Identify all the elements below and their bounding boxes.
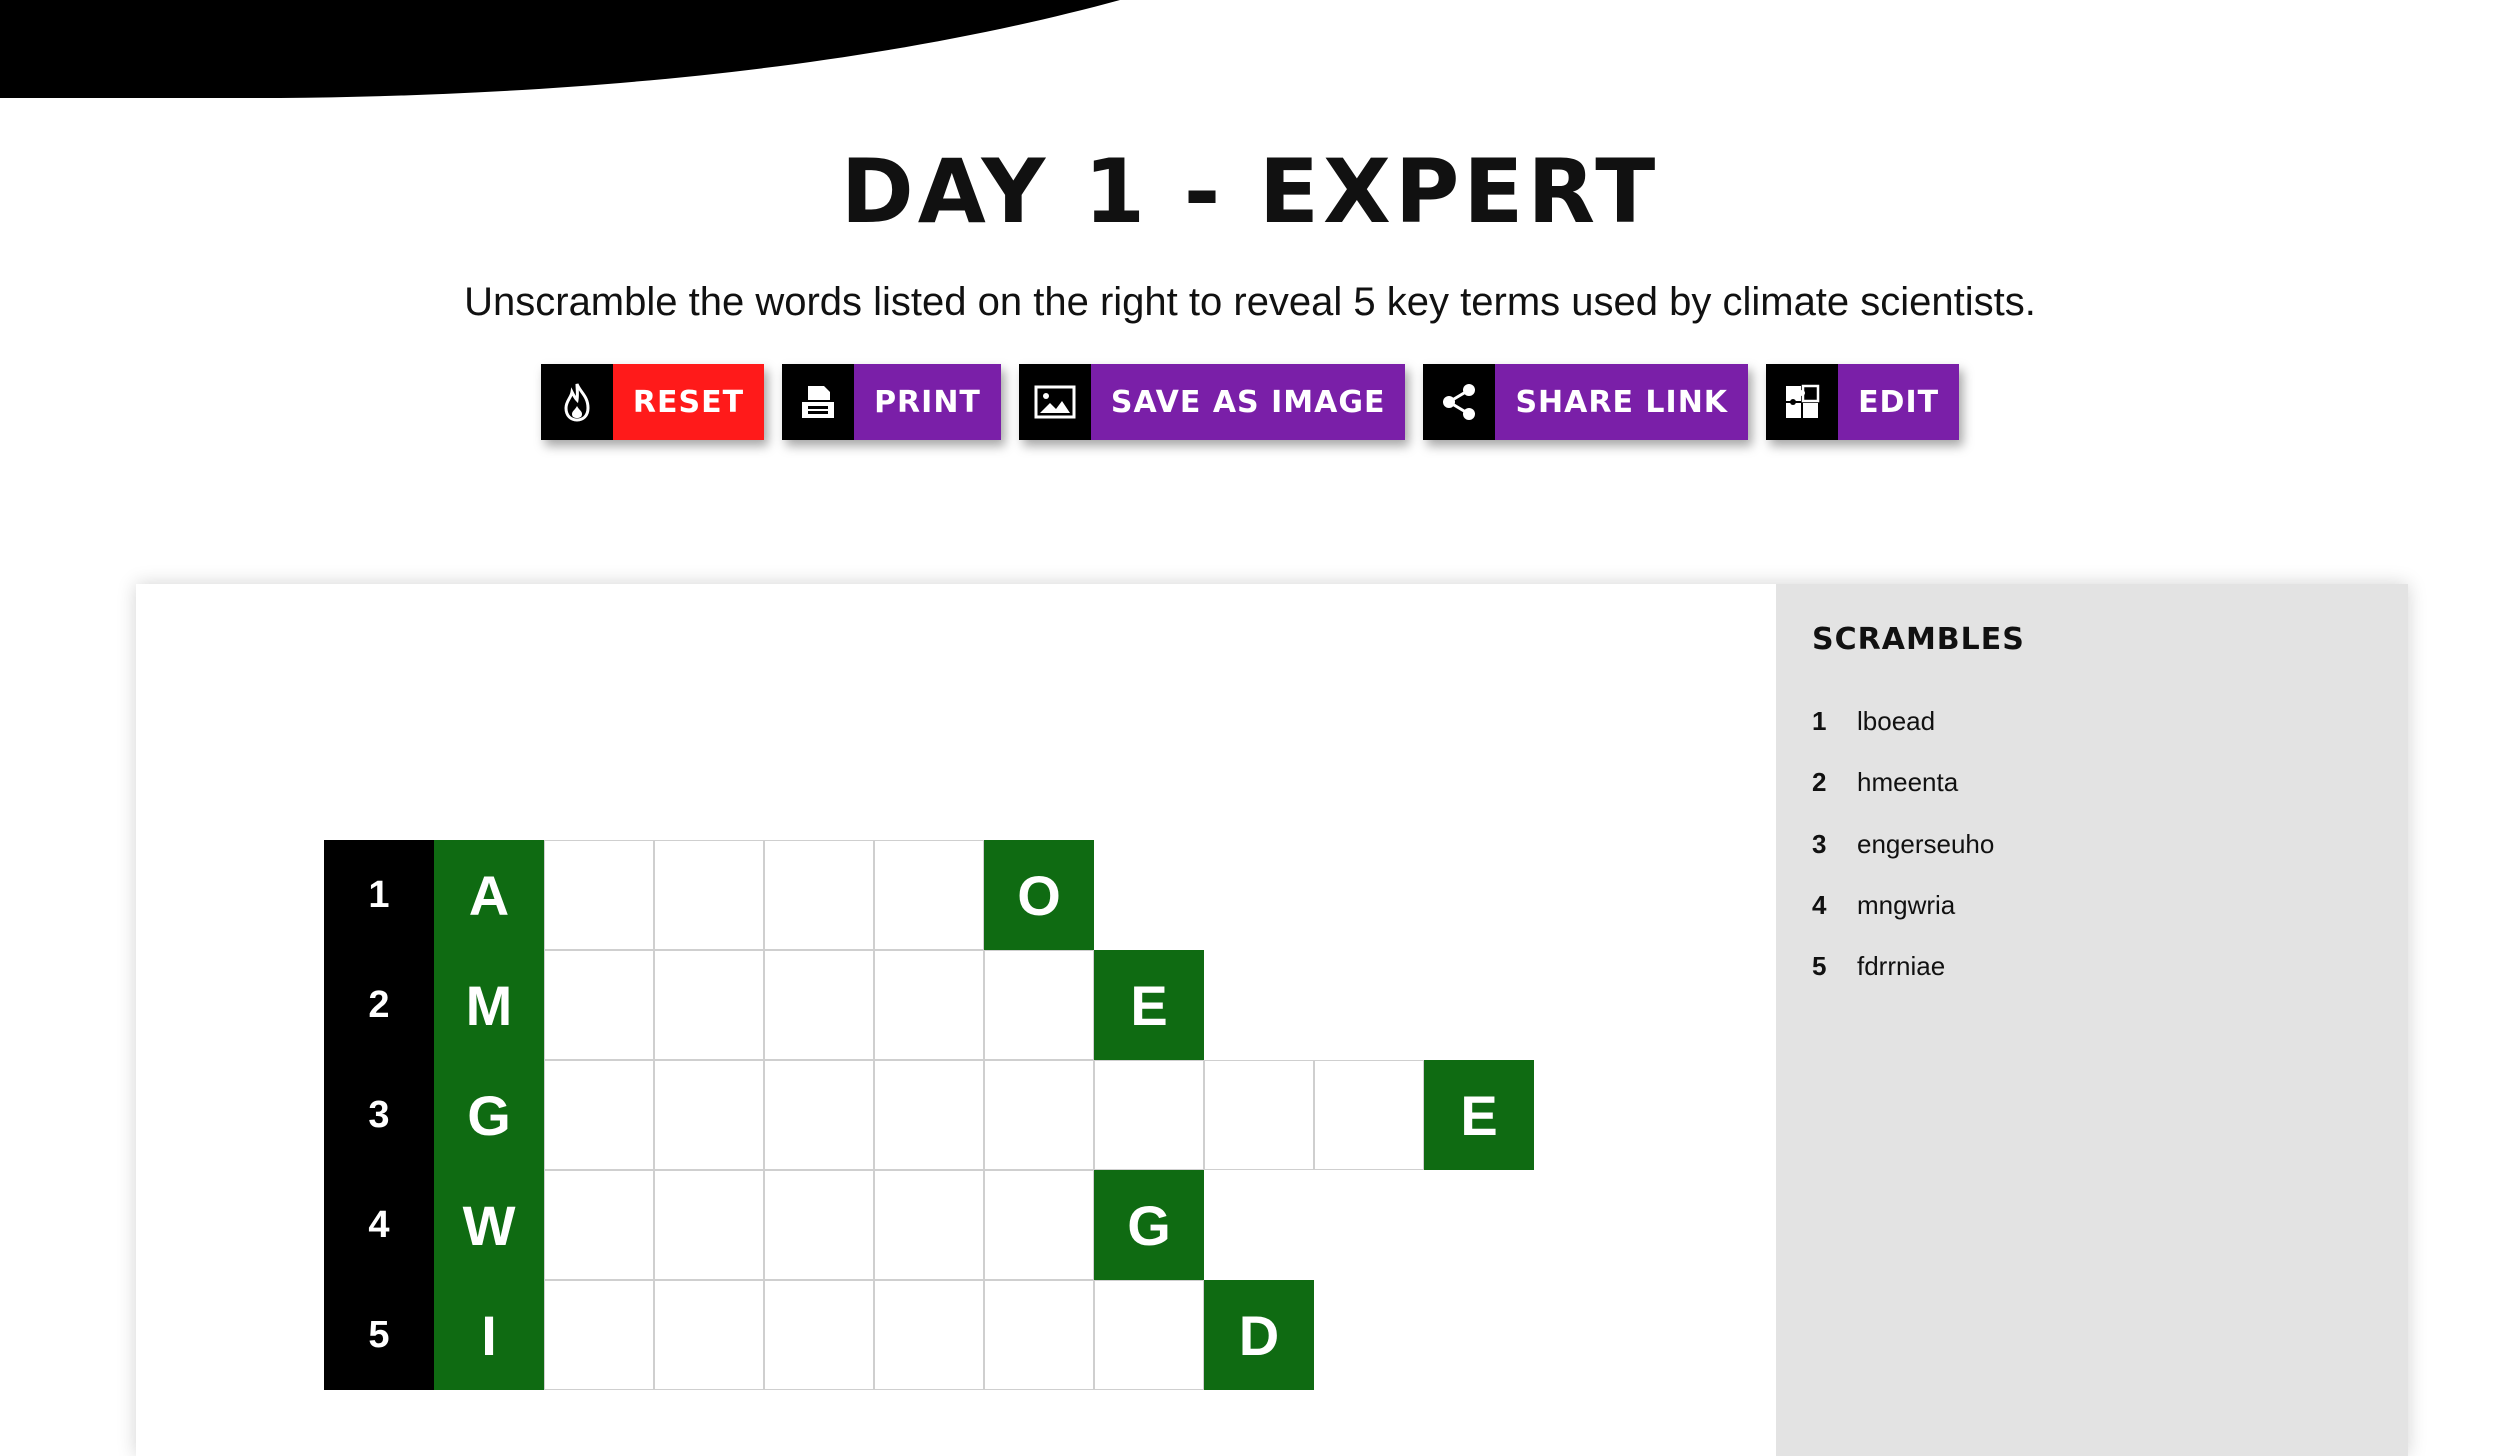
letter-cell-empty[interactable]: [984, 1170, 1094, 1280]
letter-cell-empty[interactable]: [874, 1060, 984, 1170]
page-title: DAY 1 - EXPERT: [840, 140, 1660, 243]
scramble-number: 1: [1812, 706, 1827, 736]
row-number-2: 2: [324, 950, 434, 1060]
edit-label: EDIT: [1838, 364, 1960, 440]
letter-cell-empty[interactable]: [984, 950, 1094, 1060]
letter-cell-empty[interactable]: [764, 1060, 874, 1170]
letter-cell-given[interactable]: D: [1204, 1280, 1314, 1390]
letter-cell-empty[interactable]: [764, 1280, 874, 1390]
letter-cell-empty[interactable]: [654, 1280, 764, 1390]
letter-cell-empty[interactable]: [764, 1170, 874, 1280]
letter-cell-empty[interactable]: [1094, 1060, 1204, 1170]
fire-icon: [540, 364, 613, 440]
scramble-number: 5: [1812, 951, 1827, 981]
letter-cell-empty[interactable]: [984, 1280, 1094, 1390]
page-subtitle: Unscramble the words listed on the right…: [464, 280, 2036, 324]
letter-cell-empty[interactable]: [654, 1170, 764, 1280]
scramble-word: mngwria: [1857, 890, 1956, 920]
image-icon: [1018, 364, 1091, 440]
letter-cell-empty[interactable]: [544, 1280, 654, 1390]
scramble-item: 3 engerseuho: [1812, 829, 1994, 860]
letter-cell-given[interactable]: G: [1094, 1170, 1204, 1280]
scramble-number: 4: [1812, 890, 1827, 920]
letter-cell-empty[interactable]: [544, 1060, 654, 1170]
letter-cell-empty[interactable]: [874, 1170, 984, 1280]
letter-cell-given[interactable]: O: [984, 840, 1094, 950]
scramble-number: 3: [1812, 829, 1827, 859]
toolbar: RESET PRINT SAVE AS IMAGE SHARE LINK EDI…: [0, 364, 2500, 440]
letter-cell-empty[interactable]: [544, 950, 654, 1060]
puzzle-icon: [1766, 364, 1839, 440]
letter-cell-empty[interactable]: [1314, 1060, 1424, 1170]
print-button[interactable]: PRINT: [782, 364, 1001, 440]
save-as-image-label: SAVE AS IMAGE: [1090, 364, 1406, 440]
scramble-number: 2: [1812, 767, 1827, 797]
letter-cell-empty[interactable]: [984, 1060, 1094, 1170]
letter-cell-given[interactable]: I: [434, 1280, 544, 1390]
scramble-item: 4 mngwria: [1812, 890, 1955, 921]
letter-cell-empty[interactable]: [1204, 1060, 1314, 1170]
scramble-word: hmeenta: [1857, 767, 1959, 797]
scramble-item: 5 fdrrniae: [1812, 951, 1945, 982]
row-number-4: 4: [324, 1170, 434, 1280]
reset-label: RESET: [612, 364, 765, 440]
share-link-button[interactable]: SHARE LINK: [1423, 364, 1749, 440]
scramble-item: 1 lboead: [1812, 706, 1935, 737]
letter-cell-given[interactable]: E: [1094, 950, 1204, 1060]
print-label: PRINT: [854, 364, 1001, 440]
letter-cell-empty[interactable]: [544, 1170, 654, 1280]
letter-cell-empty[interactable]: [544, 840, 654, 950]
top-decoration: [0, 0, 1120, 98]
reset-button[interactable]: RESET: [540, 364, 765, 440]
letter-cell-empty[interactable]: [874, 1280, 984, 1390]
letter-cell-empty[interactable]: [654, 950, 764, 1060]
printer-icon: [782, 364, 855, 440]
letter-cell-empty[interactable]: [654, 1060, 764, 1170]
scramble-word: fdrrniae: [1857, 951, 1946, 981]
letter-cell-empty[interactable]: [874, 950, 984, 1060]
share-link-label: SHARE LINK: [1495, 364, 1749, 440]
save-as-image-button[interactable]: SAVE AS IMAGE: [1018, 364, 1406, 440]
letter-cell-given[interactable]: G: [434, 1060, 544, 1170]
letter-cell-empty[interactable]: [874, 840, 984, 950]
letter-cell-empty[interactable]: [654, 840, 764, 950]
row-number-5: 5: [324, 1280, 434, 1390]
scramble-item: 2 hmeenta: [1812, 767, 1958, 798]
row-number-3: 3: [324, 1060, 434, 1170]
edit-button[interactable]: EDIT: [1766, 364, 1960, 440]
page: DAY 1 - EXPERT Unscramble the words list…: [0, 0, 2500, 1456]
share-icon: [1423, 364, 1496, 440]
scrambles-panel: SCRAMBLES 1 lboead 2 hmeenta 3 engerseuh…: [1776, 584, 2408, 1456]
letter-cell-given[interactable]: E: [1424, 1060, 1534, 1170]
letter-cell-empty[interactable]: [1094, 1280, 1204, 1390]
scrambles-title: SCRAMBLES: [1812, 622, 2025, 657]
letter-cell-given[interactable]: M: [434, 950, 544, 1060]
letter-cell-empty[interactable]: [764, 950, 874, 1060]
scramble-word: engerseuho: [1857, 829, 1995, 859]
letter-cell-given[interactable]: A: [434, 840, 544, 950]
letter-cell-empty[interactable]: [764, 840, 874, 950]
scramble-word: lboead: [1857, 706, 1936, 736]
row-number-1: 1: [324, 840, 434, 950]
letter-cell-given[interactable]: W: [434, 1170, 544, 1280]
